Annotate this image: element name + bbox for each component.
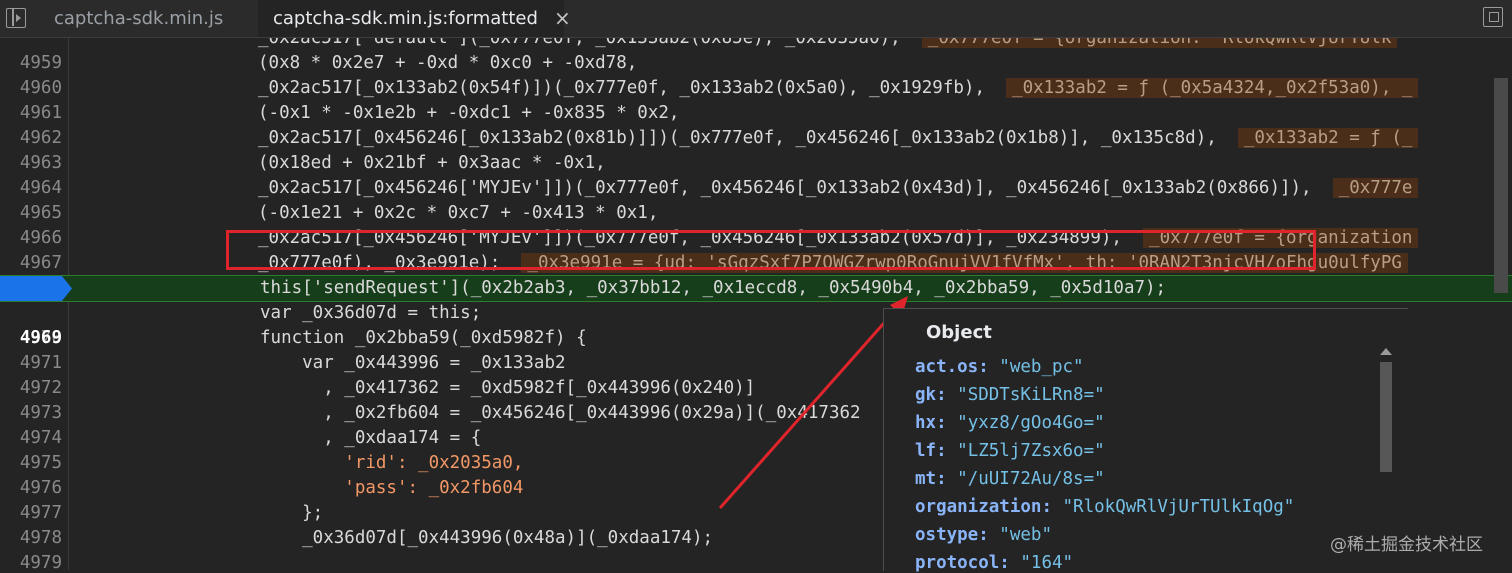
property-row[interactable]: lf: "LZ5lj7Zsx6o=" (915, 441, 1105, 461)
popover-title: Object (926, 322, 992, 343)
property-row[interactable]: gk: "SDDTsKiLRn8=" (915, 385, 1105, 405)
property-row[interactable]: act.os: "web_pc" (915, 357, 1084, 377)
popover-scroll-up-icon[interactable] (1380, 348, 1392, 355)
popover-scrollbar[interactable] (1380, 362, 1392, 472)
property-row[interactable]: protocol: "164" (915, 553, 1073, 573)
property-row[interactable]: hx: "yxz8/gOo4Go=" (915, 413, 1105, 433)
property-row[interactable]: mt: "/uUI72Au/8s=" (915, 469, 1105, 489)
property-row[interactable]: ostype: "web" (915, 525, 1052, 545)
watermark: @稀土掘金技术社区 (1330, 535, 1483, 555)
property-row[interactable]: organization: "RlokQwRlVjUrTUlkIqOg" (915, 497, 1294, 517)
